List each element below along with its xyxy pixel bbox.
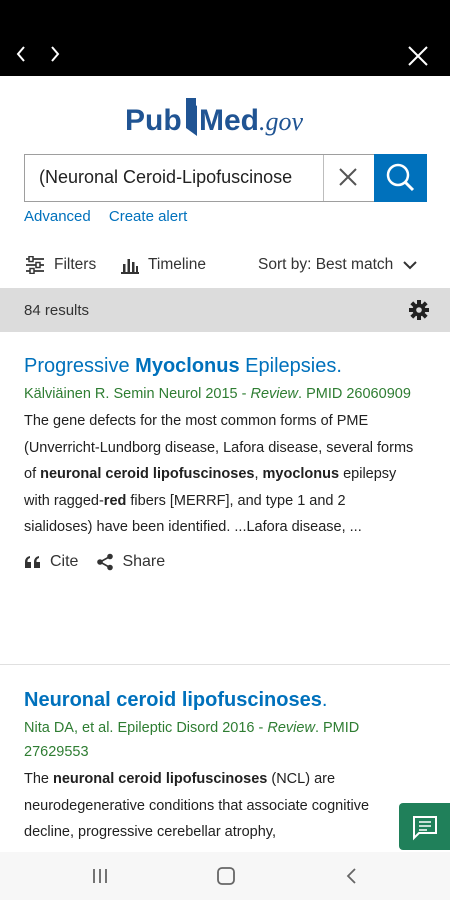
cite-button[interactable]: Cite — [24, 553, 78, 571]
close-icon[interactable] — [406, 44, 430, 68]
back-icon[interactable] — [342, 866, 362, 891]
create-alert-link[interactable]: Create alert — [109, 208, 187, 225]
browser-toolbar — [0, 0, 450, 76]
logo-med-text: Med — [199, 104, 259, 137]
article-snippet: The neuronal ceroid lipofuscinoses (NCL)… — [24, 771, 370, 840]
quote-icon — [25, 555, 40, 568]
pubmed-logo[interactable]: Pub Med .gov — [0, 96, 450, 142]
share-label: Share — [122, 552, 166, 570]
share-icon — [97, 553, 114, 570]
advanced-search-link[interactable]: Advanced — [24, 208, 91, 225]
bar-chart-icon — [121, 259, 139, 274]
search-icon — [386, 163, 415, 192]
share-button[interactable]: Share — [96, 553, 165, 571]
article-citation: Kälviäinen R. Semin Neurol 2015 - Review… — [24, 386, 411, 402]
search-box: (Neuronal Ceroid-Lipofuscinose — [24, 154, 427, 202]
sliders-icon — [26, 256, 44, 274]
gear-icon[interactable] — [408, 299, 430, 326]
article-result: Progressive Myoclonus Epilepsies. Kälviä… — [24, 352, 416, 571]
chevron-down-icon — [403, 261, 417, 270]
cite-label: Cite — [50, 552, 79, 570]
sort-label: Sort by: Best match — [258, 256, 394, 273]
timeline-button[interactable]: Timeline — [120, 256, 206, 274]
logo-pub-text: Pub — [125, 104, 182, 137]
article-snippet: The gene defects for the most common for… — [24, 413, 414, 535]
chevron-left-icon[interactable] — [10, 41, 32, 67]
search-button[interactable] — [374, 154, 427, 202]
home-icon[interactable] — [215, 866, 237, 891]
filters-label: Filters — [54, 256, 97, 273]
search-input[interactable]: (Neuronal Ceroid-Lipofuscinose — [39, 167, 321, 188]
sort-dropdown[interactable]: Sort by: Best match — [258, 256, 419, 274]
results-bar: 84 results — [0, 288, 450, 332]
system-navigation-bar — [0, 852, 450, 900]
article-title[interactable]: Progressive Myoclonus Epilepsies. — [24, 352, 416, 380]
clear-search-button[interactable] — [323, 155, 372, 201]
recent-apps-icon[interactable] — [90, 866, 110, 891]
timeline-label: Timeline — [148, 256, 206, 273]
feedback-button[interactable] — [399, 803, 450, 850]
filters-button[interactable]: Filters — [24, 256, 96, 274]
article-result: Neuronal ceroid lipofuscinoses. Nita DA,… — [24, 686, 416, 846]
chat-icon — [413, 816, 437, 841]
article-citation: Nita DA, et al. Epileptic Disord 2016 - … — [24, 720, 360, 760]
logo-gov-text: .gov — [259, 107, 304, 136]
results-count: 84 results — [24, 302, 90, 319]
divider — [0, 664, 450, 665]
chevron-right-icon[interactable] — [44, 41, 66, 67]
article-title[interactable]: Neuronal ceroid lipofuscinoses. — [24, 686, 416, 714]
